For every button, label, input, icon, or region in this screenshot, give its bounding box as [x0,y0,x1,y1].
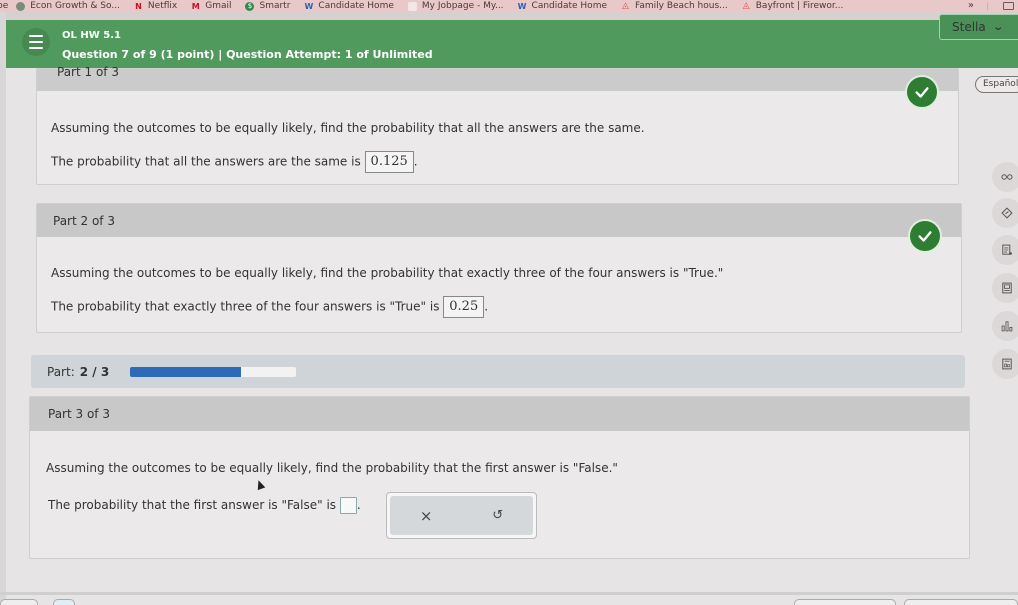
glasses-icon[interactable] [992,162,1018,192]
workday-icon: W [304,1,314,11]
more-bookmarks-button[interactable]: » [968,0,974,12]
airbnb-icon: ◬ [742,0,750,11]
page-frame-left [0,12,6,605]
part-2-answer: 0.25 [443,296,485,318]
bookmark-smartr[interactable]: $ Smartr [245,1,290,11]
undo-button[interactable]: ↺ [492,508,503,523]
period: . [356,498,361,512]
part-3-title: Part 3 of 3 [48,407,110,421]
part-3-answer-input[interactable] [339,497,357,514]
part-2-question: Assuming the outcomes to be equally like… [51,266,724,280]
hamburger-icon-line [29,35,43,37]
bookmark-partial[interactable]: be [0,1,8,11]
bookmark-candidate-home-2[interactable]: W Candidate Home [518,1,607,11]
user-name: Stella [952,20,986,34]
answer-actions: × ↺ [386,492,537,539]
answer-actions-inner: × ↺ [390,496,533,535]
assignment-title: OL HW 5.1 [62,30,121,41]
part-2-answer-prefix: The probability that exactly three of th… [51,299,440,314]
hamburger-icon-line [29,41,43,43]
bookmark-gmail[interactable]: M Gmail [191,1,232,11]
footer-button-right[interactable] [794,599,896,605]
footer-button-right-2[interactable] [904,599,1018,605]
footer-divider [0,592,1018,595]
part-1-question: Assuming the outcomes to be equally like… [51,121,645,135]
clear-button[interactable]: × [420,507,433,525]
espanol-button[interactable]: Español [975,76,1018,93]
part-1-section: Part 1 of 3 Assuming the outcomes to be … [36,65,959,185]
part-3-header: Part 3 of 3 [30,397,969,431]
progress-fill [130,367,241,377]
bookmark-candidate-home[interactable]: W Candidate Home [304,1,394,11]
progress-label: Part: [47,364,75,379]
question-info: Question 7 of 9 (1 point) | Question Att… [62,48,433,61]
workday-icon: W [517,1,527,11]
hamburger-icon-line [29,47,43,49]
part-2-header: Part 2 of 3 [37,204,961,237]
part-3-question: Assuming the outcomes to be equally like… [46,461,618,475]
part-1-header: Part 1 of 3 [37,65,958,91]
part-2-correct-check-icon [908,219,942,253]
chatgpt-icon [16,1,26,11]
menu-button[interactable] [22,28,50,56]
period: . [413,154,418,169]
bookmarks-bar: be Econ Growth & So... NNetflix MGmail $… [0,0,1018,12]
part-1-body: Assuming the outcomes to be equally like… [37,121,958,173]
eraser-icon[interactable] [992,198,1018,228]
part-1-answer-line: The probability that all the answers are… [51,151,944,173]
airbnb-icon: ◬ [622,0,629,11]
footer-button-left[interactable] [0,599,38,605]
part-3-answer-prefix: The probability that the first answer is… [48,498,337,512]
footer-button-left-2[interactable] [53,599,75,605]
bookmark-bayfront[interactable]: ◬ Bayfront | Firewor... [742,1,844,11]
header-top-strip [0,12,1018,20]
part-2-body: Assuming the outcomes to be equally like… [37,266,961,318]
part-2-title: Part 2 of 3 [53,213,115,228]
bookmark-netflix[interactable]: N Netflix [134,1,177,11]
page-icon [407,1,417,11]
notes-icon[interactable] [992,235,1018,265]
bookmark-family-beach-house[interactable]: ◬ Family Beach hous... [621,1,728,11]
part-2-section: Part 2 of 3 Assuming the outcomes to be … [36,203,962,333]
bookmark-my-jobpage[interactable]: My Jobpage - My... [407,1,504,11]
period: . [484,299,489,314]
part-1-answer-prefix: The probability that all the answers are… [51,154,361,169]
gmail-icon: M [191,1,200,11]
part-progress: Part: 2 / 3 [31,355,965,388]
part-1-correct-check-icon [905,75,939,109]
bookmark-econ-growth[interactable]: Econ Growth & So... [16,1,120,11]
bookmarks-divider [987,2,988,10]
assignment-header: OL HW 5.1 Question 7 of 9 (1 point) | Qu… [6,20,1018,68]
user-menu-button[interactable]: Stella ⌄ [939,14,1018,40]
part-1-title: Part 1 of 3 [57,65,119,79]
progress-value: 2 / 3 [79,364,110,379]
part-3-section: Part 3 of 3 Assuming the outcomes to be … [29,396,970,559]
chart-icon[interactable] [992,311,1018,341]
chevron-down-icon: ⌄ [992,21,1004,33]
progress-track [130,367,296,377]
formula-icon[interactable] [992,349,1018,379]
smartr-icon: $ [245,1,255,11]
folder-icon[interactable] [1003,2,1014,10]
part-1-answer: 0.125 [364,151,414,173]
netflix-icon: N [135,1,142,11]
calculator-icon[interactable] [992,273,1018,303]
part-2-answer-line: The probability that exactly three of th… [51,296,947,318]
